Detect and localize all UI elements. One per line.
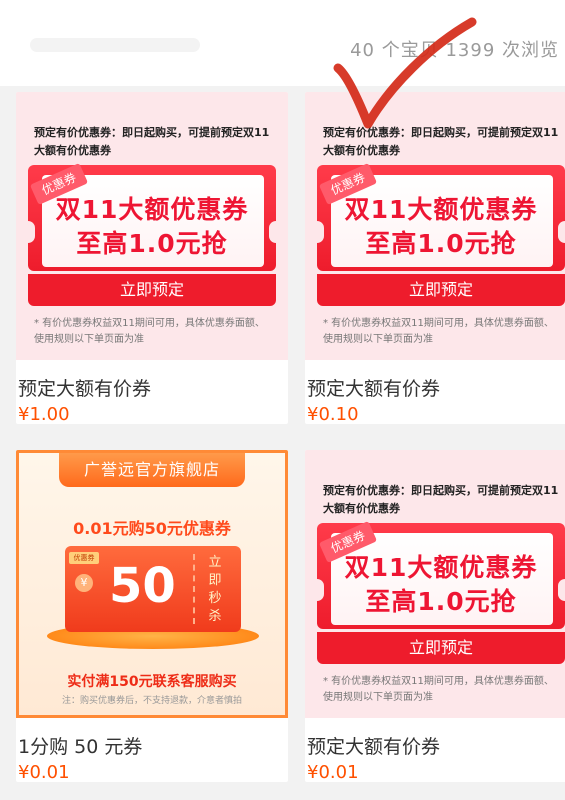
banner-headline: 预定有价优惠券：即日起购买，可提前预定双11大额有价优惠券 (323, 484, 559, 515)
product-title[interactable]: 预定大额有价券 (307, 374, 440, 401)
shop-header: 40 个宝贝 1399 次浏览 (0, 0, 565, 86)
flash-sale-label: 立即秒杀 (208, 555, 222, 624)
product-title[interactable]: 1分购 50 元券 (18, 732, 142, 759)
product-price: ¥0.10 (307, 404, 359, 424)
store-ribbon: 广誉远官方旗舰店 (59, 453, 245, 487)
promo-headline: 0.01元购50元优惠券 (73, 519, 231, 538)
coupon-subtitle: 至高1.0元抢 (365, 229, 517, 258)
coupon-subtitle: 至高1.0元抢 (365, 587, 517, 616)
coupon-tag: 优惠券 (69, 552, 99, 564)
banner-footnote: * 有价优惠券权益双11期间可用，具体优惠券面额、使用规则以下单页面为准 (34, 318, 265, 345)
product-price: ¥0.01 (307, 762, 359, 782)
product-price: ¥0.01 (18, 762, 70, 782)
product-card[interactable]: 广誉远官方旗舰店 0.01元购50元优惠券 优惠券 ¥ 50 立即秒杀 实付满1… (16, 450, 288, 782)
reserve-button[interactable]: 立即预定 (317, 632, 565, 664)
yen-icon: ¥ (75, 574, 93, 592)
product-card[interactable]: 预定有价优惠券：即日起购买，可提前预定双11大额有价优惠券 优惠券 双11大额优… (16, 92, 288, 424)
reserve-button[interactable]: 立即预定 (28, 274, 276, 306)
product-price: ¥1.00 (18, 404, 70, 424)
banner-footnote: * 有价优惠券权益双11期间可用，具体优惠券面额、使用规则以下单页面为准 (323, 676, 554, 703)
banner-headline: 预定有价优惠券：即日起购买，可提前预定双11大额有价优惠券 (34, 126, 270, 157)
coupon-title: 双11大额优惠券 (344, 195, 538, 224)
coupon-amount: 50 (109, 558, 176, 614)
banner-headline: 预定有价优惠券：即日起购买，可提前预定双11大额有价优惠券 (323, 126, 559, 157)
coupon-subtitle: 至高1.0元抢 (76, 229, 228, 258)
product-banner[interactable]: 预定有价优惠券：即日起购买，可提前预定双11大额有价优惠券 优惠券 双11大额优… (305, 450, 565, 718)
coupon-divider (193, 554, 195, 624)
promo-cta: 实付满150元联系客服购买 (67, 674, 237, 690)
product-title[interactable]: 预定大额有价券 (307, 732, 440, 759)
product-banner[interactable]: 广誉远官方旗舰店 0.01元购50元优惠券 优惠券 ¥ 50 立即秒杀 实付满1… (16, 450, 288, 718)
product-banner[interactable]: 预定有价优惠券：即日起购买，可提前预定双11大额有价优惠券 优惠券 双11大额优… (305, 92, 565, 360)
coupon-title: 双11大额优惠券 (344, 553, 538, 582)
banner-footnote: * 有价优惠券权益双11期间可用，具体优惠券面额、使用规则以下单页面为准 (323, 318, 554, 345)
shop-stats: 40 个宝贝 1399 次浏览 (350, 40, 559, 61)
blurred-shop-name (30, 38, 200, 52)
promo-note: 注：购买优惠券后，不支持退款，介意者慎拍 (61, 696, 242, 706)
product-banner[interactable]: 预定有价优惠券：即日起购买，可提前预定双11大额有价优惠券 优惠券 双11大额优… (16, 92, 288, 360)
product-title[interactable]: 预定大额有价券 (18, 374, 151, 401)
reserve-button[interactable]: 立即预定 (317, 274, 565, 306)
product-card[interactable]: 预定有价优惠券：即日起购买，可提前预定双11大额有价优惠券 优惠券 双11大额优… (305, 92, 565, 424)
coupon-ticket: 优惠券 ¥ 50 立即秒杀 (65, 546, 241, 632)
coupon-title: 双11大额优惠券 (55, 195, 249, 224)
product-card[interactable]: 预定有价优惠券：即日起购买，可提前预定双11大额有价优惠券 优惠券 双11大额优… (305, 450, 565, 782)
